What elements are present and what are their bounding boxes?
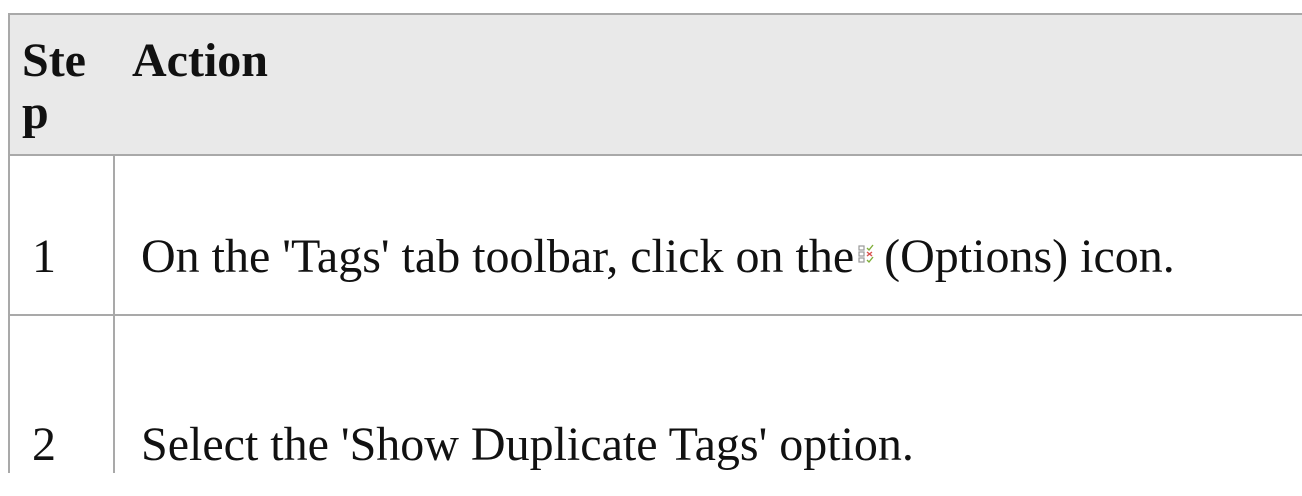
- table-row: 1 On the 'Tags' tab toolbar, click on th…: [10, 156, 1302, 316]
- step-action: Select the 'Show Duplicate Tags' option.: [141, 418, 914, 471]
- options-icon: [858, 244, 874, 264]
- step-number: 1: [32, 230, 56, 283]
- steps-table: Step Action 1 On the 'Tags' tab toolbar,…: [8, 13, 1302, 473]
- step-number: 2: [32, 418, 56, 471]
- action-text-before-icon: On the 'Tags' tab toolbar, click on the: [141, 230, 855, 283]
- header-step: Step: [22, 34, 86, 139]
- table-header-row: Step Action: [10, 15, 1302, 156]
- header-action: Action: [132, 34, 268, 87]
- step-action: On the 'Tags' tab toolbar, click on the …: [141, 231, 1291, 283]
- table-row: 2 Select the 'Show Duplicate Tags' optio…: [10, 316, 1302, 496]
- action-text-after-icon: (Options) icon.: [884, 230, 1175, 283]
